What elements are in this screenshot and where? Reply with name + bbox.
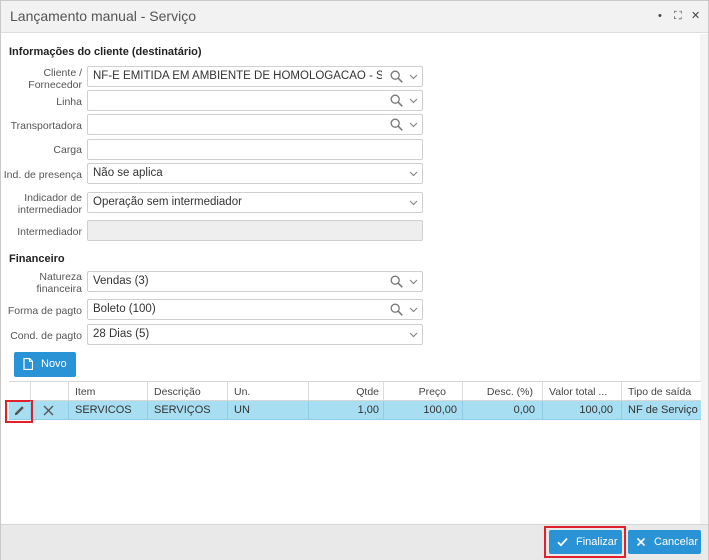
- cell-item: SERVICOS: [75, 404, 132, 416]
- cond-pagto-select[interactable]: 28 Dias (5): [87, 324, 423, 345]
- chevron-down-icon[interactable]: [409, 171, 418, 177]
- cliente-field[interactable]: NF-E EMITIDA EM AMBIENTE DE HOMOLOGACAO …: [87, 66, 423, 87]
- chevron-down-icon[interactable]: [409, 332, 418, 338]
- column-separator: [462, 401, 463, 420]
- column-separator: [621, 382, 622, 400]
- minimize-icon[interactable]: •: [658, 9, 662, 23]
- chevron-down-icon[interactable]: [409, 122, 418, 128]
- cell-un: UN: [234, 404, 250, 416]
- column-header-item[interactable]: Item: [75, 386, 95, 398]
- natureza-value: Vendas (3): [93, 275, 149, 287]
- column-separator: [227, 382, 228, 400]
- finalizar-highlight-box: [544, 526, 626, 558]
- column-separator: [30, 401, 31, 420]
- column-separator: [30, 382, 31, 400]
- indicador-intermediador-label: Indicador de intermediador: [17, 192, 82, 216]
- search-icon[interactable]: [390, 118, 403, 131]
- cell-valor-total: 100,00: [579, 404, 613, 416]
- linha-label: Linha: [56, 96, 82, 108]
- edit-highlight-box: [5, 400, 33, 423]
- cond-pagto-value: 28 Dias (5): [93, 328, 150, 340]
- chevron-down-icon[interactable]: [409, 307, 418, 313]
- column-separator: [68, 382, 69, 400]
- chevron-down-icon[interactable]: [409, 74, 418, 80]
- ind-presenca-label: Ind. de presença: [3, 169, 82, 181]
- column-header-desc[interactable]: Desc. (%): [487, 386, 533, 398]
- restore-icon[interactable]: ⛶: [674, 9, 682, 23]
- cond-pagto-label: Cond. de pagto: [10, 330, 82, 342]
- column-header-descricao[interactable]: Descrição: [154, 386, 201, 398]
- novo-button[interactable]: Novo: [14, 352, 76, 377]
- search-icon[interactable]: [390, 303, 403, 316]
- table-row[interactable]: SERVICOS SERVIÇOS UN 1,00 100,00 0,00 10…: [5, 400, 701, 423]
- cliente-label: Cliente / Fornecedor: [28, 67, 82, 91]
- new-document-icon: [23, 358, 33, 370]
- column-header-qtde[interactable]: Qtde: [356, 386, 379, 398]
- cliente-value: NF-E EMITIDA EM AMBIENTE DE HOMOLOGACAO …: [93, 70, 382, 82]
- indicador-intermediador-select[interactable]: Operação sem intermediador: [87, 192, 423, 213]
- window-title: Lançamento manual - Serviço: [10, 8, 196, 24]
- column-separator: [383, 401, 384, 420]
- column-header-tipo-saida[interactable]: Tipo de saída: [628, 386, 691, 398]
- forma-pagto-value: Boleto (100): [93, 303, 156, 315]
- column-header-un[interactable]: Un.: [234, 386, 250, 398]
- column-separator: [147, 401, 148, 420]
- close-icon[interactable]: ✕: [691, 9, 700, 23]
- column-separator: [308, 401, 309, 420]
- column-header-preco[interactable]: Preço: [419, 386, 446, 398]
- ind-presenca-select[interactable]: Não se aplica: [87, 163, 423, 184]
- search-icon[interactable]: [390, 275, 403, 288]
- dialog-window: Lançamento manual - Serviço • ⛶ ✕ Inform…: [0, 0, 709, 560]
- column-separator: [621, 401, 622, 420]
- column-header-valor-total[interactable]: Valor total ...: [549, 386, 607, 398]
- forma-pagto-field[interactable]: Boleto (100): [87, 299, 423, 320]
- delete-x-icon[interactable]: [43, 405, 54, 416]
- cell-preco: 100,00: [423, 404, 457, 416]
- column-separator: [542, 401, 543, 420]
- cancelar-button-label: Cancelar: [654, 536, 699, 548]
- natureza-field[interactable]: Vendas (3): [87, 271, 423, 292]
- grid-header: Item Descrição Un. Qtde Preço Desc. (%) …: [9, 381, 701, 401]
- intermediador-label: Intermediador: [17, 226, 82, 238]
- search-icon[interactable]: [390, 70, 403, 83]
- chevron-down-icon[interactable]: [409, 98, 418, 104]
- close-x-icon: [636, 537, 646, 547]
- search-icon[interactable]: [390, 94, 403, 107]
- carga-field[interactable]: [87, 139, 423, 160]
- transportadora-field[interactable]: [87, 114, 423, 135]
- linha-field[interactable]: [87, 90, 423, 111]
- natureza-label: Natureza financeira: [36, 271, 82, 295]
- column-separator: [147, 382, 148, 400]
- column-separator: [308, 382, 309, 400]
- cliente-section-title: Informações do cliente (destinatário): [9, 46, 202, 58]
- column-separator: [542, 382, 543, 400]
- forma-pagto-label: Forma de pagto: [7, 305, 82, 317]
- cell-descricao: SERVIÇOS: [154, 404, 211, 416]
- financeiro-section-title: Financeiro: [9, 253, 65, 265]
- title-bar: Lançamento manual - Serviço • ⛶ ✕: [1, 1, 708, 33]
- column-separator: [383, 382, 384, 400]
- carga-label: Carga: [53, 144, 82, 156]
- vertical-scrollbar[interactable]: [700, 34, 708, 524]
- transportadora-label: Transportadora: [10, 120, 82, 132]
- chevron-down-icon[interactable]: [409, 200, 418, 206]
- cell-qtde: 1,00: [357, 404, 379, 416]
- cell-desc: 0,00: [513, 404, 535, 416]
- column-separator: [68, 401, 69, 420]
- column-separator: [462, 382, 463, 400]
- cancelar-button[interactable]: Cancelar: [628, 530, 701, 554]
- ind-presenca-value: Não se aplica: [93, 167, 163, 179]
- intermediador-field: [87, 220, 423, 241]
- cell-tipo-saida: NF de Serviço: [628, 404, 698, 416]
- chevron-down-icon[interactable]: [409, 279, 418, 285]
- novo-button-label: Novo: [41, 358, 67, 370]
- column-separator: [227, 401, 228, 420]
- indicador-intermediador-value: Operação sem intermediador: [93, 196, 242, 208]
